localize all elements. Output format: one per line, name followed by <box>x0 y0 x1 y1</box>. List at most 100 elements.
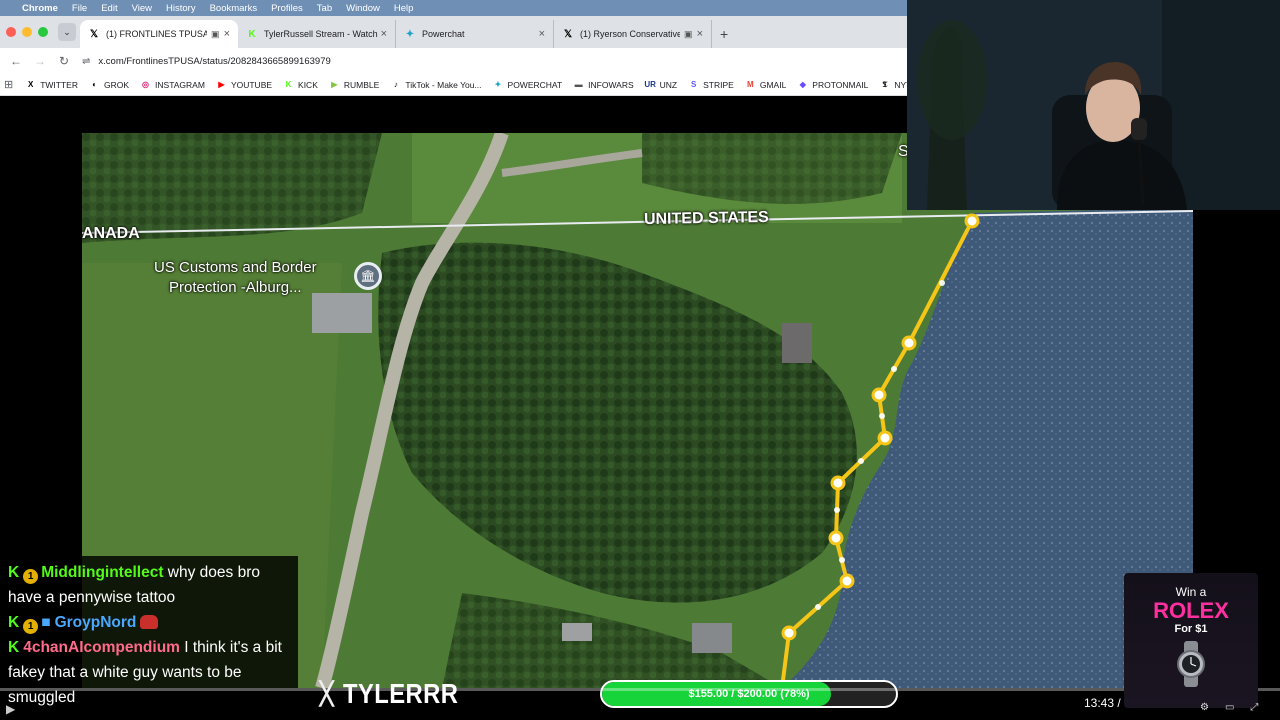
reload-icon[interactable]: ↻ <box>52 54 76 68</box>
x-icon: 𝕏 <box>563 28 573 40</box>
player-control-icons: ⚙ ▭ ⤢ <box>1200 702 1258 713</box>
menu-profiles[interactable]: Profiles <box>271 3 303 14</box>
x-icon: 𝕏 <box>89 28 99 40</box>
tab-close-icon[interactable]: × <box>224 28 230 40</box>
video-progress-bar[interactable] <box>0 688 1280 691</box>
bookmark-favicon-icon: ◎ <box>142 80 150 89</box>
bookmark-label: TikTok - Make You... <box>405 79 482 90</box>
subscriber-badge-icon: 1 <box>23 569 39 584</box>
emote-icon <box>140 615 159 629</box>
fullscreen-icon[interactable]: ⤢ <box>1250 702 1258 713</box>
bookmark-favicon-icon: ◐ <box>92 80 97 89</box>
bookmark-tiktok-make-you[interactable]: ♪ TikTok - Make You... <box>390 79 482 90</box>
menu-file[interactable]: File <box>72 3 87 14</box>
bookmark-youtube[interactable]: ▶ YOUTUBE <box>216 79 272 90</box>
tab-search-icon[interactable]: ⌄ <box>58 23 76 41</box>
bookmark-twitter[interactable]: X TWITTER <box>25 79 78 90</box>
url-text: x.com/FrontlinesTPUSA/status/20828436658… <box>98 55 331 67</box>
bookmark-favicon-icon: ▬ <box>574 80 583 89</box>
bookmark-list: X TWITTER ◐ GROK ◎ INSTAGRAM ▶ YOUTUBE K KICK ▶ RUM… <box>25 79 922 90</box>
bookmark-gmail[interactable]: M GMAIL <box>745 79 786 90</box>
bookmark-instagram[interactable]: ◎ INSTAGRAM <box>140 79 205 90</box>
bookmark-grok[interactable]: ◐ GROK <box>89 79 129 90</box>
bookmark-label: PROTONMAIL <box>812 79 869 90</box>
bookmark-favicon-icon: S <box>690 80 697 89</box>
tab-ryerson-conservative[interactable]: 𝕏 (1) Ryerson Conservative ▣ × <box>554 20 712 48</box>
tab-close-icon[interactable]: × <box>381 28 387 40</box>
bookmark-stripe[interactable]: S STRIPE <box>688 79 734 90</box>
chat-message: K 1 ■ GroypNord <box>8 610 290 635</box>
back-arrow-icon[interactable]: ← <box>4 54 28 68</box>
bookmark-favicon-icon: K <box>285 80 292 89</box>
kick-icon: K <box>248 28 256 40</box>
tab-tylerrussell-stream[interactable]: K TylerRussell Stream - Watch × <box>238 20 396 48</box>
bookmark-favicon-icon: UR <box>644 80 656 89</box>
bookmark-favicon-icon: X <box>28 80 34 89</box>
tab-title: Powerchat <box>422 29 465 39</box>
bookmark-label: GMAIL <box>759 79 787 90</box>
menu-window[interactable]: Window <box>346 3 380 14</box>
fullscreen-window-button[interactable] <box>38 27 48 37</box>
menu-bookmarks[interactable]: Bookmarks <box>210 3 258 14</box>
menu-edit[interactable]: Edit <box>101 3 117 14</box>
bookmark-protonmail[interactable]: ◆ PROTONMAIL <box>797 79 869 90</box>
chat-username[interactable]: GroypNord <box>55 614 137 631</box>
watch-icon <box>1177 641 1205 687</box>
theater-mode-icon[interactable]: ▭ <box>1225 702 1234 713</box>
tab-powerchat[interactable]: ✦ Powerchat × <box>396 20 554 48</box>
cube-badge-icon: ■ <box>41 614 51 631</box>
map-label-canada: ANADA <box>82 225 140 242</box>
video-player-controls: ▶ 13:43 / <box>0 688 1280 720</box>
chat-overlay: K 1 Middlingintellect why does bro have a … <box>0 556 298 710</box>
rolex-ad-overlay[interactable]: Win a ROLEX For $1 <box>1124 573 1258 708</box>
menu-help[interactable]: Help <box>394 3 414 14</box>
bookmark-favicon-icon: 𝕿 <box>882 79 888 89</box>
menu-view[interactable]: View <box>132 3 152 14</box>
bookmark-unz[interactable]: UR UNZ <box>644 79 678 90</box>
chat-username[interactable]: Middlingintellect <box>41 564 163 581</box>
bookmark-favicon-icon: ♪ <box>393 80 398 89</box>
menu-app-name[interactable]: Chrome <box>22 3 58 14</box>
browser-tab-strip: ⌄ 𝕏 (1) FRONTLINES TPUSA o ▣ × K TylerRu… <box>0 16 907 48</box>
bookmark-favicon-icon: ✦ <box>494 80 502 89</box>
address-bar: ← → ↻ ⇌ x.com/FrontlinesTPUSA/status/208… <box>0 48 907 74</box>
play-icon[interactable]: ▶ <box>6 702 15 716</box>
webcam-image <box>907 0 1280 210</box>
url-field[interactable]: ⇌ x.com/FrontlinesTPUSA/status/208284366… <box>82 56 331 67</box>
audio-playing-icon[interactable]: ▣ <box>684 29 693 40</box>
kick-badge-icon: K <box>8 614 20 631</box>
video-timecode: 13:43 / <box>1084 696 1121 710</box>
bookmark-label: UNZ <box>659 79 678 90</box>
bookmark-infowars[interactable]: ▬ INFOWARS <box>573 79 634 90</box>
bookmark-favicon-icon: ▶ <box>331 80 338 89</box>
bookmark-rumble[interactable]: ▶ RUMBLE <box>329 79 379 90</box>
apps-grid-icon[interactable]: ⊞ <box>4 78 13 91</box>
tab-frontlines[interactable]: 𝕏 (1) FRONTLINES TPUSA o ▣ × <box>80 20 238 48</box>
new-tab-button[interactable]: + <box>720 26 728 42</box>
ad-line-3: For $1 <box>1174 623 1208 635</box>
tab-close-icon[interactable]: × <box>697 28 703 40</box>
map-label-united-states: UNITED STATES <box>643 208 769 229</box>
bookmark-powerchat[interactable]: ✦ POWERCHAT <box>493 79 562 90</box>
menu-tab[interactable]: Tab <box>317 3 332 14</box>
site-info-icon[interactable]: ⇌ <box>82 56 90 67</box>
bookmark-label: RUMBLE <box>343 79 380 90</box>
forward-arrow-icon[interactable]: → <box>28 54 52 68</box>
chat-username[interactable]: 4chanAIcompendium <box>23 639 180 656</box>
kick-badge-icon: K <box>8 639 20 656</box>
bookmark-kick[interactable]: K KICK <box>283 79 318 90</box>
bookmark-label: INSTAGRAM <box>155 79 205 90</box>
ad-line-1: Win a <box>1175 585 1207 599</box>
settings-icon[interactable]: ⚙ <box>1200 702 1209 713</box>
minimize-window-button[interactable] <box>22 27 32 37</box>
bookmark-label: TWITTER <box>40 79 78 90</box>
tab-list: 𝕏 (1) FRONTLINES TPUSA o ▣ × K TylerRuss… <box>80 16 728 48</box>
audio-playing-icon[interactable]: ▣ <box>211 29 220 40</box>
close-window-button[interactable] <box>6 27 16 37</box>
government-building-icon[interactable]: 🏛 <box>354 262 382 290</box>
tab-title: (1) Ryerson Conservative <box>580 29 681 39</box>
bookmark-favicon-icon: M <box>747 80 754 89</box>
window-controls <box>6 27 48 37</box>
tab-close-icon[interactable]: × <box>539 28 545 40</box>
menu-history[interactable]: History <box>166 3 196 14</box>
